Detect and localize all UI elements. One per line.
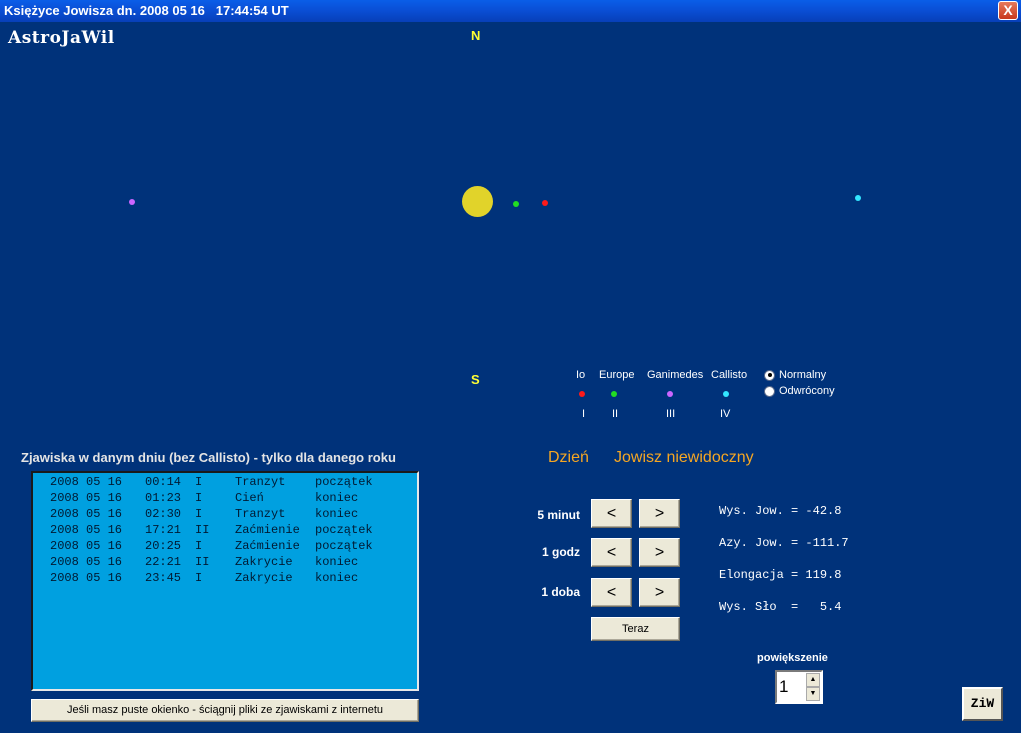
elongation: Elongacja = 119.8: [719, 568, 842, 582]
legend-label-io: Io: [576, 369, 586, 381]
legend-label-callisto: Callisto: [711, 369, 748, 381]
app-logo: AstroJaWil: [8, 28, 115, 48]
jupiter-disc: [462, 186, 493, 217]
zoom-label: powiększenie: [757, 652, 828, 664]
events-heading: Zjawiska w danym dniu (bez Callisto) - t…: [21, 450, 396, 465]
zoom-up-arrow-icon[interactable]: ▲: [806, 673, 820, 687]
title-bar: Księżyce Jowisza dn. 2008 05 16 17:44:54…: [0, 0, 1021, 22]
moon-io-marker: [542, 200, 548, 206]
download-events-button[interactable]: Jeśli masz puste okienko - ściągnij plik…: [31, 699, 419, 722]
step-label-1day: 1 doba: [541, 585, 580, 599]
north-label: N: [471, 28, 481, 43]
legend-roman-ganimedes: III: [666, 408, 676, 420]
legend-roman-callisto: IV: [720, 408, 731, 420]
step-5min-forward-button[interactable]: >: [639, 499, 680, 528]
step-1day-forward-button[interactable]: >: [639, 578, 680, 607]
window-title: Księżyce Jowisza dn. 2008 05 16 17:44:54…: [4, 3, 289, 18]
zoom-stepper[interactable]: 1 ▲ ▼: [775, 670, 823, 704]
events-list[interactable]: 2008 05 16 00:14 I Tranzyt początek 2008 05 …: [31, 471, 419, 691]
radio-normalny[interactable]: Normalny: [764, 369, 826, 381]
zoom-down-arrow-icon[interactable]: ▼: [806, 687, 820, 701]
radio-normalny-label: Normalny: [779, 369, 827, 381]
legend-dot-io: [579, 391, 585, 397]
list-item: 2008 05 16 00:14 I Tranzyt początek: [50, 475, 373, 489]
radio-odwrocony-label: Odwrócony: [779, 385, 835, 397]
list-item: 2008 05 16 22:21 II Zakrycie koniec: [50, 555, 359, 569]
list-item: 2008 05 16 17:21 II Zaćmienie początek: [50, 523, 373, 537]
step-label-1hour: 1 godz: [542, 545, 580, 559]
zoom-value[interactable]: 1: [779, 677, 788, 697]
step-1day-back-button[interactable]: <: [591, 578, 632, 607]
legend-dot-europe: [611, 391, 617, 397]
jupiter-altitude: Wys. Jow. = -42.8: [719, 504, 842, 518]
legend-label-ganimedes: Ganimedes: [647, 369, 704, 381]
list-item: 2008 05 16 02:30 I Tranzyt koniec: [50, 507, 359, 521]
legend-dot-callisto: [723, 391, 729, 397]
radio-normalny-indicator[interactable]: [764, 369, 775, 381]
legend-roman-io: I: [582, 408, 586, 420]
list-item: 2008 05 16 23:45 I Zakrycie koniec: [50, 571, 359, 585]
moon-europe-marker: [513, 201, 519, 207]
now-button[interactable]: Teraz: [591, 617, 680, 641]
ziw-button[interactable]: ZiW: [962, 687, 1003, 721]
step-label-5min: 5 minut: [537, 508, 580, 522]
moon-callisto-marker: [855, 195, 861, 201]
list-item: 2008 05 16 01:23 I Cień koniec: [50, 491, 359, 505]
radio-odwrocony[interactable]: Odwrócony: [764, 385, 835, 397]
sun-altitude: Wys. Sło = 5.4: [719, 600, 842, 614]
south-label: S: [471, 372, 480, 387]
radio-odwrocony-indicator[interactable]: [764, 385, 775, 397]
close-icon: X: [1003, 2, 1013, 18]
list-item: 2008 05 16 20:25 I Zaćmienie początek: [50, 539, 373, 553]
step-1hour-forward-button[interactable]: >: [639, 538, 680, 567]
day-status: Dzień: [548, 449, 589, 466]
close-button[interactable]: X: [998, 1, 1018, 20]
legend-dot-ganimedes: [667, 391, 673, 397]
jupiter-visibility-status: Jowisz niewidoczny: [614, 449, 754, 466]
moon-ganimedes-marker: [129, 199, 135, 205]
legend-label-europe: Europe: [599, 369, 635, 381]
jupiter-azimuth: Azy. Jow. = -111.7: [719, 536, 849, 550]
step-5min-back-button[interactable]: <: [591, 499, 632, 528]
legend-roman-europe: II: [612, 408, 619, 420]
step-1hour-back-button[interactable]: <: [591, 538, 632, 567]
